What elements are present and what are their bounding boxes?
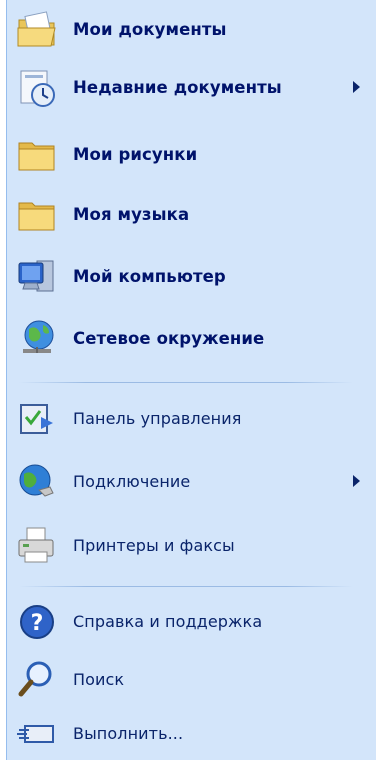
menu-item-control-panel[interactable]: Панель управления <box>7 391 367 447</box>
menu-item-printers-faxes[interactable]: Принтеры и факсы <box>7 518 367 574</box>
connect-to-icon <box>15 460 59 504</box>
menu-item-label: Недавние документы <box>73 78 282 97</box>
menu-item-my-documents[interactable]: Мои документы <box>7 2 367 58</box>
search-icon <box>15 658 59 702</box>
my-computer-icon <box>15 255 59 299</box>
menu-item-label: Сетевое окружение <box>73 329 265 348</box>
start-menu-right-panel: Мои документы Недавние документы Мои рис… <box>6 0 376 760</box>
separator <box>19 586 353 587</box>
menu-item-label: Моя музыка <box>73 205 190 224</box>
menu-item-my-computer[interactable]: Мой компьютер <box>7 249 367 305</box>
separator <box>19 382 353 383</box>
menu-item-recent-documents[interactable]: Недавние документы <box>7 60 367 116</box>
folder-icon <box>15 133 59 177</box>
submenu-arrow-icon <box>353 81 360 93</box>
my-documents-icon <box>15 8 59 52</box>
menu-item-label: Мой компьютер <box>73 267 226 286</box>
menu-item-network-places[interactable]: Сетевое окружение <box>7 311 367 367</box>
menu-item-label: Поиск <box>73 670 125 689</box>
menu-item-search[interactable]: Поиск <box>7 652 367 708</box>
recent-documents-icon <box>15 66 59 110</box>
printers-faxes-icon <box>15 524 59 568</box>
control-panel-icon <box>15 397 59 441</box>
menu-item-label: Справка и поддержка <box>73 612 263 631</box>
menu-item-label: Мои документы <box>73 20 227 39</box>
network-places-icon <box>15 317 59 361</box>
menu-item-label: Принтеры и факсы <box>73 536 235 555</box>
menu-item-my-pictures[interactable]: Мои рисунки <box>7 127 367 183</box>
menu-item-my-music[interactable]: Моя музыка <box>7 187 367 243</box>
help-icon: ? <box>15 600 59 644</box>
folder-icon <box>15 193 59 237</box>
menu-item-label: Выполнить... <box>73 724 184 743</box>
svg-text:?: ? <box>31 611 44 636</box>
menu-item-help-support[interactable]: ? Справка и поддержка <box>7 594 367 650</box>
run-icon <box>15 712 59 756</box>
menu-item-label: Панель управления <box>73 409 242 428</box>
menu-item-run[interactable]: Выполнить... <box>7 706 367 762</box>
menu-item-label: Мои рисунки <box>73 145 198 164</box>
menu-item-label: Подключение <box>73 472 191 491</box>
submenu-arrow-icon <box>353 475 360 487</box>
menu-item-connect-to[interactable]: Подключение <box>7 454 367 510</box>
